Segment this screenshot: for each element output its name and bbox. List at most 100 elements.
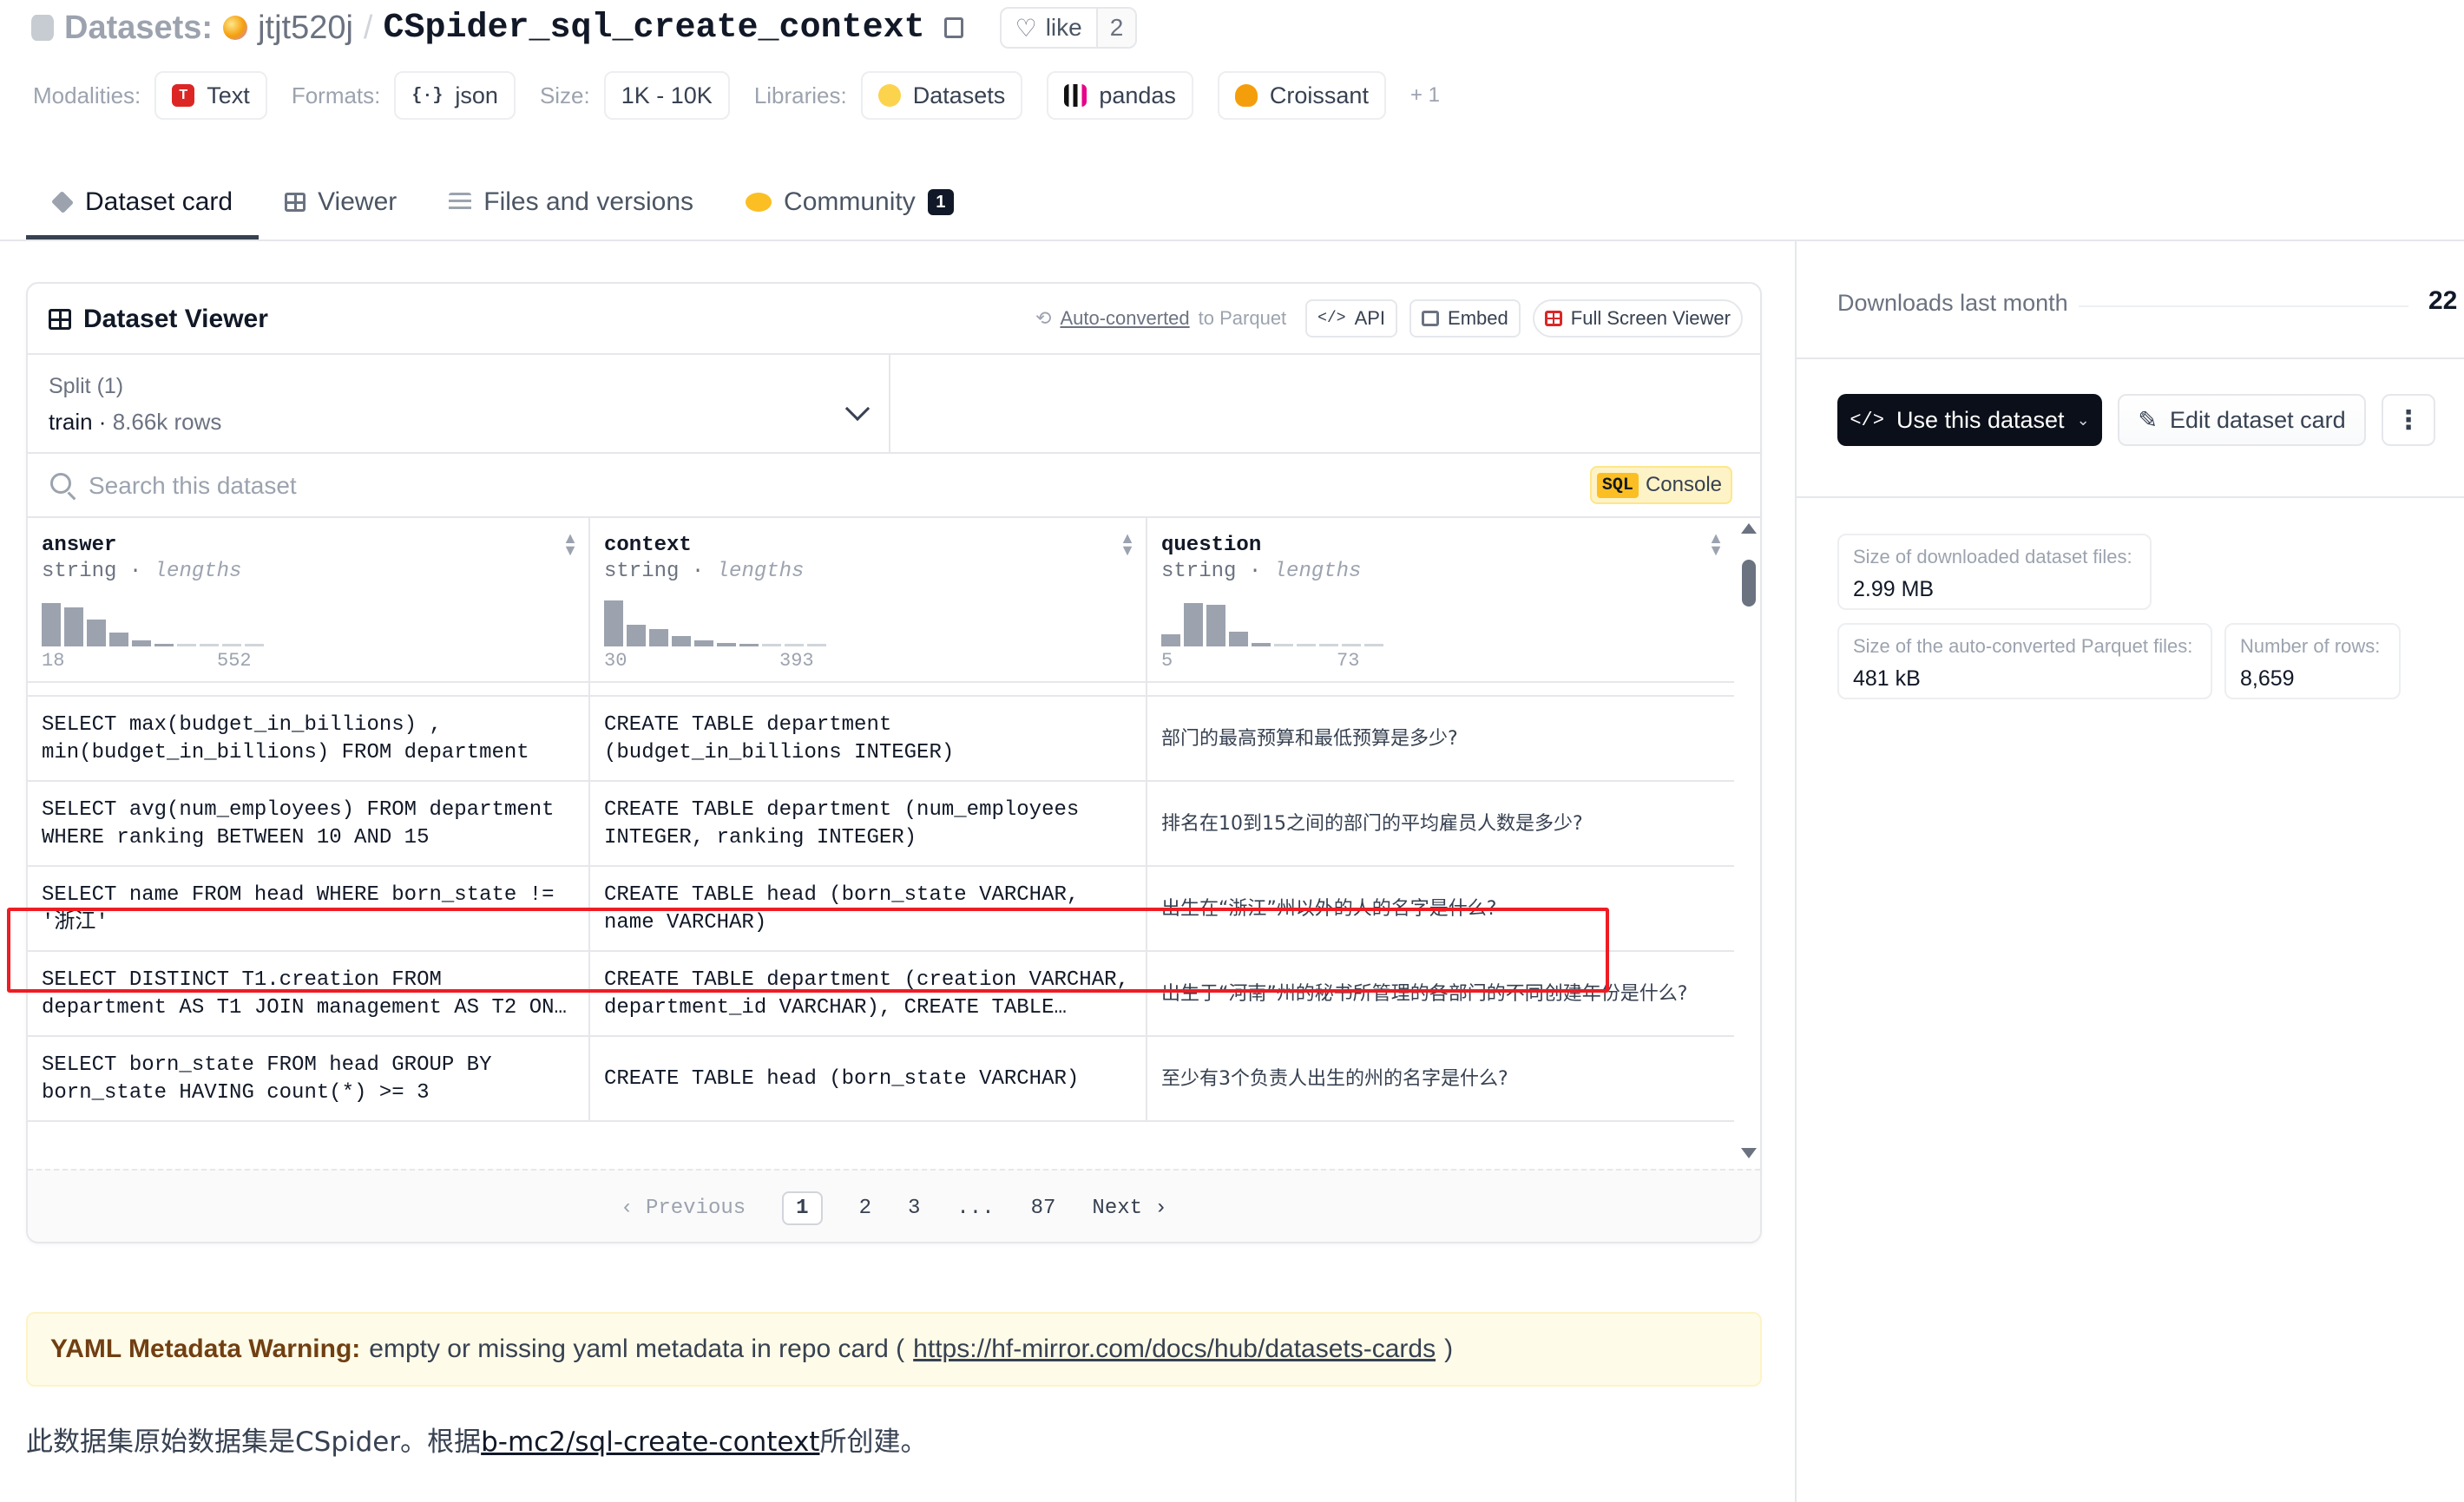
tab-viewer[interactable]: Viewer [259,165,423,239]
histogram-bar[interactable] [64,607,83,646]
histogram-bar[interactable] [739,644,759,646]
table-row[interactable]: SELECT name FROM head WHERE born_state !… [28,867,1734,952]
histogram-bar[interactable] [627,625,646,646]
table-cell-answer[interactable]: SELECT avg(num_employees) FROM departmen… [28,782,590,867]
histogram-bar[interactable] [1252,643,1271,646]
table-row[interactable]: SELECT born_state FROM head GROUP BY bor… [28,1037,1734,1122]
sql-console-button[interactable]: SQL Console [1589,466,1732,504]
table-row[interactable]: SELECT DISTINCT T1.creation FROM departm… [28,952,1734,1037]
histogram-bar[interactable] [1319,644,1338,646]
auto-converted-link[interactable]: Auto-converted [1060,307,1189,330]
repo-name[interactable]: CSpider_sql_create_context [383,9,924,48]
scroll-up-arrow-icon[interactable] [1741,523,1757,534]
scroll-thumb[interactable] [1742,560,1756,607]
histogram-bar[interactable] [762,644,781,646]
histogram-bar[interactable] [694,640,713,646]
column-header-answer[interactable]: answer string · lengths ▲ ▼ 18 552 [28,518,590,683]
histogram-bar[interactable] [245,644,264,646]
histogram-bar[interactable] [87,620,106,646]
histogram-bar[interactable] [200,644,219,646]
page-2-button[interactable]: 2 [859,1197,871,1220]
histogram-bar[interactable] [132,640,151,646]
size-chip[interactable]: 1K - 10K [603,71,730,120]
length-histogram[interactable] [604,598,826,646]
page-87-button[interactable]: 87 [1031,1197,1056,1220]
tab-dataset-card[interactable]: Dataset card [26,165,260,239]
source-dataset-link[interactable]: b-mc2/sql-create-context [481,1427,819,1458]
more-libraries[interactable]: + 1 [1410,83,1440,108]
table-cell-question[interactable]: 排名在10到15之间的部门的平均雇员人数是多少? [1147,782,1734,867]
table-cell-context[interactable]: CREATE TABLE department (num_employees I… [590,782,1147,867]
table-cell-answer[interactable]: SELECT name FROM head WHERE born_state !… [28,867,590,952]
histogram-bar[interactable] [717,643,736,646]
owner-link[interactable]: jtjt520j [258,10,353,47]
histogram-bar[interactable] [1364,644,1383,646]
histogram-bar[interactable] [1184,603,1203,646]
edit-dataset-card-button[interactable]: ✎ Edit dataset card [2118,394,2366,446]
api-button[interactable]: </> API [1305,299,1398,338]
copy-icon[interactable] [943,17,963,38]
table-cell-question[interactable]: 部门的最高预算和最低预算是多少? [1147,697,1734,782]
library-chip-croissant[interactable]: Croissant [1217,71,1386,120]
like-button[interactable]: ♡ like 2 [999,7,1138,49]
table-cell-answer[interactable]: SELECT DISTINCT T1.creation FROM departm… [28,952,590,1037]
column-header-context[interactable]: context string · lengths ▲ ▼ 30 393 [590,518,1147,683]
histogram-bar[interactable] [649,629,668,646]
table-cell-question[interactable]: 出生于“河南”州的秘书所管理的各部门的不同创建年份是什么? [1147,952,1734,1037]
histogram-bar[interactable] [672,636,691,646]
split-selector[interactable]: Split (1) train · 8.66k rows [28,355,890,454]
page-3-button[interactable]: 3 [908,1197,920,1220]
chevron-down-icon[interactable] [844,396,871,422]
scroll-down-arrow-icon[interactable] [1741,1148,1757,1158]
length-histogram[interactable] [42,598,264,646]
histogram-bar[interactable] [222,644,241,646]
table-cell-question[interactable]: 至少有3个负责人出生的州的名字是什么? [1147,1037,1734,1122]
histogram-bar[interactable] [42,603,61,646]
histogram-bar[interactable] [604,600,623,646]
sort-icon[interactable]: ▲ ▼ [562,530,578,558]
tab-community[interactable]: Community 1 [719,165,980,239]
histogram-bar[interactable] [1342,644,1361,646]
use-this-dataset-button[interactable]: </> Use this dataset ⌄ [1837,394,2102,446]
sort-icon[interactable]: ▲ ▼ [1120,530,1135,558]
column-header-question[interactable]: question string · lengths ▲ ▼ 5 73 [1147,518,1734,683]
grid-scrollbar[interactable] [1734,518,1760,1169]
format-chip-json[interactable]: {·} json [394,71,516,120]
histogram-bar[interactable] [1206,605,1225,646]
sort-icon[interactable]: ▲ ▼ [1708,530,1724,558]
histogram-bar[interactable] [807,644,826,646]
table-cell-question[interactable]: 出生在“浙江”州以外的人的名字是什么? [1147,867,1734,952]
histogram-bar[interactable] [1161,634,1180,646]
histogram-bar[interactable] [177,644,196,646]
embed-button[interactable]: Embed [1409,299,1521,338]
table-cell-context[interactable]: CREATE TABLE head (born_state VARCHAR, n… [590,867,1147,952]
table-row[interactable]: SELECT avg(num_employees) FROM departmen… [28,782,1734,867]
histogram-bar[interactable] [785,644,804,646]
histogram-bar[interactable] [109,633,128,646]
table-cell-answer[interactable]: SELECT born_state FROM head GROUP BY bor… [28,1037,590,1122]
histogram-bar[interactable] [1297,644,1316,646]
table-cell-context[interactable]: CREATE TABLE department (budget_in_billi… [590,697,1147,782]
table-row[interactable]: SELECT max(budget_in_billions) , min(bud… [28,697,1734,782]
table-cell-context[interactable]: CREATE TABLE department (creation VARCHA… [590,952,1147,1037]
table-cell-answer[interactable]: SELECT max(budget_in_billions) , min(bud… [28,697,590,782]
table-cell-context[interactable]: CREATE TABLE head (born_state VARCHAR) [590,1037,1147,1122]
search-input[interactable] [89,464,1564,508]
modality-chip-text[interactable]: T Text [154,71,267,120]
next-page-button[interactable]: Next › [1092,1197,1166,1220]
full-screen-viewer-button[interactable]: Full Screen Viewer [1532,299,1743,338]
histogram-bar[interactable] [1229,632,1248,646]
warning-link[interactable]: https://hf-mirror.com/docs/hub/datasets-… [913,1335,1436,1364]
tab-files-and-versions[interactable]: Files and versions [423,165,719,239]
page-1-button[interactable]: 1 [782,1190,823,1225]
previous-page-button[interactable]: ‹ Previous [621,1197,746,1220]
length-histogram[interactable] [1161,598,1383,646]
histogram-bar[interactable] [154,644,174,646]
library-chip-pandas[interactable]: pandas [1047,71,1193,120]
owner-avatar[interactable] [223,16,248,40]
breadcrumb-datasets[interactable]: Datasets: [64,10,213,47]
histogram-bar[interactable] [1274,644,1293,646]
more-options-button[interactable]: ⋮ [2382,394,2435,446]
like-count[interactable]: 2 [1095,9,1136,47]
library-chip-datasets[interactable]: Datasets [860,71,1023,120]
